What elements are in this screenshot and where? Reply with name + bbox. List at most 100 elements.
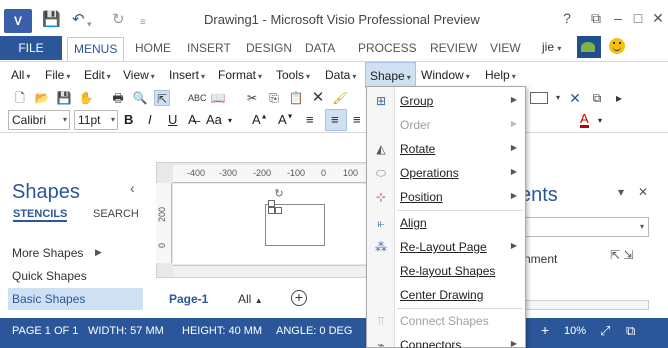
align-right-icon[interactable]: ≡ (353, 112, 361, 127)
menu-tools[interactable]: Tools ▾ (276, 68, 310, 82)
font-family-select[interactable]: Calibri ▾ (8, 110, 70, 130)
right-pane-action-icons[interactable]: ⇱ ⇲ (610, 248, 633, 262)
tab-review[interactable]: REVIEW (430, 36, 477, 60)
grow-font-icon[interactable]: A▲ (252, 112, 268, 127)
pane-close-icon[interactable]: ✕ (638, 185, 648, 199)
paste-icon[interactable]: 📋 (288, 90, 304, 106)
menu-item-center-drawing[interactable]: Center Drawing (367, 283, 525, 307)
all-pages-tab[interactable]: All ▲ (238, 292, 263, 306)
new-icon[interactable]: 🗋 (12, 90, 28, 106)
zoom-in-icon[interactable]: + (541, 322, 549, 338)
bold-button[interactable]: B (124, 112, 133, 127)
connection-point-icon[interactable]: ✕ (567, 90, 583, 106)
shape-style-dropdown-icon[interactable]: ▾ (550, 90, 566, 106)
avatar[interactable] (577, 36, 601, 58)
menu-all[interactable]: All ▾ (11, 68, 30, 82)
text-color-icon[interactable]: A (580, 112, 589, 128)
rotation-handle-icon[interactable]: ↻ (271, 186, 287, 202)
menu-window[interactable]: Window ▾ (421, 68, 470, 82)
switch-windows-icon[interactable]: ⧉ (626, 323, 635, 339)
font-size-select[interactable]: 11pt ▾ (74, 110, 118, 130)
user-name[interactable]: jie ▾ (542, 40, 561, 54)
menu-item-group[interactable]: ⊞ Group ▶ (367, 89, 525, 113)
delete-icon[interactable]: ✕ (310, 90, 326, 106)
undo-dropdown-icon[interactable]: ▾ (87, 15, 92, 33)
research-icon[interactable]: 📖 (210, 90, 226, 106)
right-pane-scrollbar[interactable] (524, 300, 649, 310)
horizontal-scrollbar[interactable] (173, 265, 368, 277)
tab-menus[interactable]: MENUS (67, 37, 125, 61)
help-icon[interactable]: ? (556, 10, 578, 26)
print-icon[interactable]: 🖶 (110, 90, 126, 106)
menu-view[interactable]: View ▾ (123, 68, 155, 82)
menu-item-rotate[interactable]: ◭ Rotate ▶ (367, 137, 525, 161)
menu-shape[interactable]: Shape ▾ (365, 62, 416, 88)
selection-handle[interactable] (268, 207, 275, 214)
menu-data[interactable]: Data ▾ (325, 68, 356, 82)
pane-options-icon[interactable]: ▾ (618, 185, 624, 199)
menu-item-position[interactable]: ⊹ Position ▶ (367, 185, 525, 209)
menu-item-connectors[interactable]: ⌁ Connectors ▶ (367, 333, 525, 348)
basic-shapes-item[interactable]: Basic Shapes (8, 288, 143, 310)
change-case-dropdown-icon[interactable]: ▾ (228, 116, 232, 125)
minimize-icon[interactable]: ‒ (607, 10, 629, 26)
tab-view[interactable]: VIEW (490, 36, 521, 60)
print-preview-icon[interactable]: 🔍 (132, 90, 148, 106)
pointer-tool-icon[interactable]: ⇱ (154, 90, 170, 106)
menu-item-relayout-shapes[interactable]: Re-layout Shapes (367, 259, 525, 283)
more-shapes-item[interactable]: More Shapes (12, 246, 83, 260)
group-toolbar-icon[interactable]: ⧉ (589, 90, 605, 106)
add-page-icon[interactable]: + (291, 290, 307, 306)
font-color-icon[interactable]: A̶ (188, 112, 197, 127)
quick-shapes-item[interactable]: Quick Shapes (12, 269, 87, 283)
close-icon[interactable]: ✕ (647, 10, 668, 27)
menu-format[interactable]: Format ▾ (218, 68, 262, 82)
status-page[interactable]: PAGE 1 OF 1 (12, 325, 78, 337)
save-icon[interactable]: 💾 (42, 11, 61, 29)
menu-insert[interactable]: Insert ▾ (169, 68, 205, 82)
tab-data[interactable]: DATA (305, 36, 335, 60)
underline-button[interactable]: U (168, 112, 177, 127)
open-icon[interactable]: 📂 (34, 90, 50, 106)
visio-app-icon[interactable]: V (4, 9, 32, 33)
menu-file[interactable]: File ▾ (45, 68, 70, 82)
maximize-icon[interactable]: □ (627, 10, 649, 26)
tab-process[interactable]: PROCESS (358, 36, 417, 60)
text-color-dropdown-icon[interactable]: ▾ (598, 116, 602, 125)
shrink-font-icon[interactable]: A▼ (278, 112, 294, 127)
zoom-level[interactable]: 10% (564, 325, 586, 337)
ribbon-display-icon[interactable]: ⧉ (585, 10, 607, 27)
smiley-feedback-icon[interactable] (609, 38, 625, 54)
change-case-button[interactable]: Aa (206, 112, 222, 127)
save-icon-toolbar[interactable]: 💾 (56, 90, 72, 106)
menu-edit[interactable]: Edit ▾ (84, 68, 111, 82)
align-left-icon[interactable]: ≡ (306, 112, 314, 127)
italic-button[interactable]: I (148, 112, 152, 127)
customize-qat-icon[interactable]: ≡ (140, 14, 146, 32)
copy-icon[interactable]: ⎘ (266, 90, 282, 106)
tab-search[interactable]: SEARCH (93, 208, 139, 220)
menu-item-align[interactable]: ⫦ Align (367, 211, 525, 235)
cut-icon[interactable]: ✂ (244, 90, 260, 106)
tab-insert[interactable]: INSERT (187, 36, 231, 60)
format-painter-icon[interactable]: 🖌 (332, 90, 348, 106)
fit-page-icon[interactable]: ⤢ (600, 323, 610, 339)
page-1-tab[interactable]: Page-1 (169, 292, 208, 306)
menu-item-operations[interactable]: ⬭ Operations ▶ (367, 161, 525, 185)
right-pane-select[interactable]: ▾ (524, 217, 649, 237)
tab-stencils[interactable]: STENCILS (13, 208, 68, 222)
tab-home[interactable]: HOME (135, 36, 171, 60)
collapse-pane-icon[interactable]: ‹ (130, 180, 135, 196)
shape-style-icon[interactable] (530, 92, 548, 104)
permission-icon[interactable]: ✋ (78, 90, 94, 106)
ruler-tick: -300 (219, 168, 238, 178)
undo-icon[interactable]: ↶ (72, 11, 85, 29)
tab-design[interactable]: DESIGN (246, 36, 292, 60)
tab-file[interactable]: FILE (0, 36, 62, 60)
redo-icon[interactable]: ↻ (112, 11, 125, 29)
spelling-icon[interactable]: ABC (188, 90, 207, 106)
more-tools-icon[interactable]: ▸ (611, 90, 627, 106)
menu-item-relayout-page[interactable]: ⁂ Re-Layout Page ▶ (367, 235, 525, 259)
menu-help[interactable]: Help ▾ (485, 68, 516, 82)
selection-handle[interactable] (275, 207, 282, 214)
